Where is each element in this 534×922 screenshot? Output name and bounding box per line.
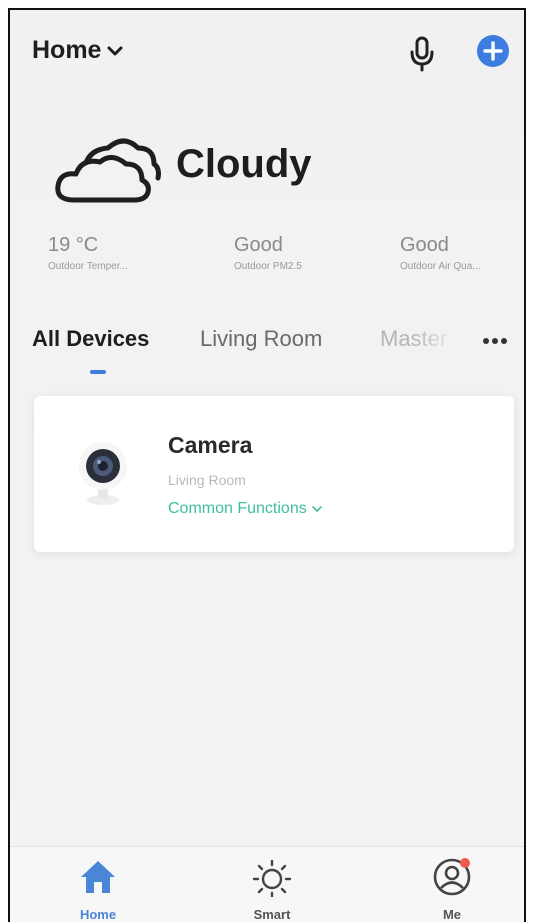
active-tab-indicator — [90, 370, 106, 374]
camera-icon — [79, 442, 127, 505]
nav-me[interactable]: Me — [407, 857, 497, 922]
stat-value: Good — [234, 234, 283, 256]
stat-air-quality: Good Outdoor Air Qua... — [400, 234, 481, 272]
tab-all-devices[interactable]: All Devices — [32, 326, 149, 352]
app-frame: Home Cloudy 19 °C Outdoor Temper... Good… — [8, 8, 526, 922]
more-icon[interactable] — [478, 330, 512, 352]
sun-icon — [252, 859, 292, 897]
home-selector[interactable]: Home — [32, 36, 123, 65]
plus-circle-icon[interactable] — [476, 34, 510, 68]
chevron-down-icon — [107, 46, 123, 55]
nav-label: Smart — [253, 907, 291, 922]
common-functions-toggle[interactable]: Common Functions — [168, 500, 323, 518]
tab-master[interactable]: Master — [380, 326, 460, 352]
room-tabs: All Devices Living Room Master — [10, 326, 524, 386]
nav-home[interactable]: Home — [53, 857, 143, 922]
stat-label: Outdoor Air Qua... — [400, 261, 481, 272]
bottom-navigation: Home Smart Me — [10, 846, 524, 922]
microphone-icon[interactable] — [408, 36, 436, 72]
device-card-camera[interactable]: Camera Living Room Common Functions — [34, 396, 514, 552]
user-icon — [433, 858, 471, 896]
stat-label: Outdoor Temper... — [48, 261, 128, 272]
stat-label: Outdoor PM2.5 — [234, 261, 302, 272]
chevron-down-icon — [311, 506, 322, 513]
tab-living-room[interactable]: Living Room — [200, 326, 322, 352]
home-label: Home — [32, 36, 102, 64]
stat-temperature: 19 °C Outdoor Temper... — [48, 234, 128, 272]
notification-badge — [460, 858, 470, 868]
nav-smart[interactable]: Smart — [227, 857, 317, 922]
nav-label: Me — [442, 907, 462, 922]
device-name: Camera — [168, 432, 253, 458]
nav-label: Home — [79, 907, 117, 922]
top-bar: Home — [10, 10, 524, 94]
stat-value: 19 °C — [48, 234, 99, 256]
cloud-icon — [55, 138, 161, 203]
device-room: Living Room — [168, 472, 246, 488]
home-icon — [81, 861, 115, 893]
common-functions-label: Common Functions — [168, 500, 307, 517]
stat-value: Good — [400, 234, 449, 256]
stat-pm25: Good Outdoor PM2.5 — [234, 234, 302, 272]
weather-condition: Cloudy — [176, 142, 312, 186]
